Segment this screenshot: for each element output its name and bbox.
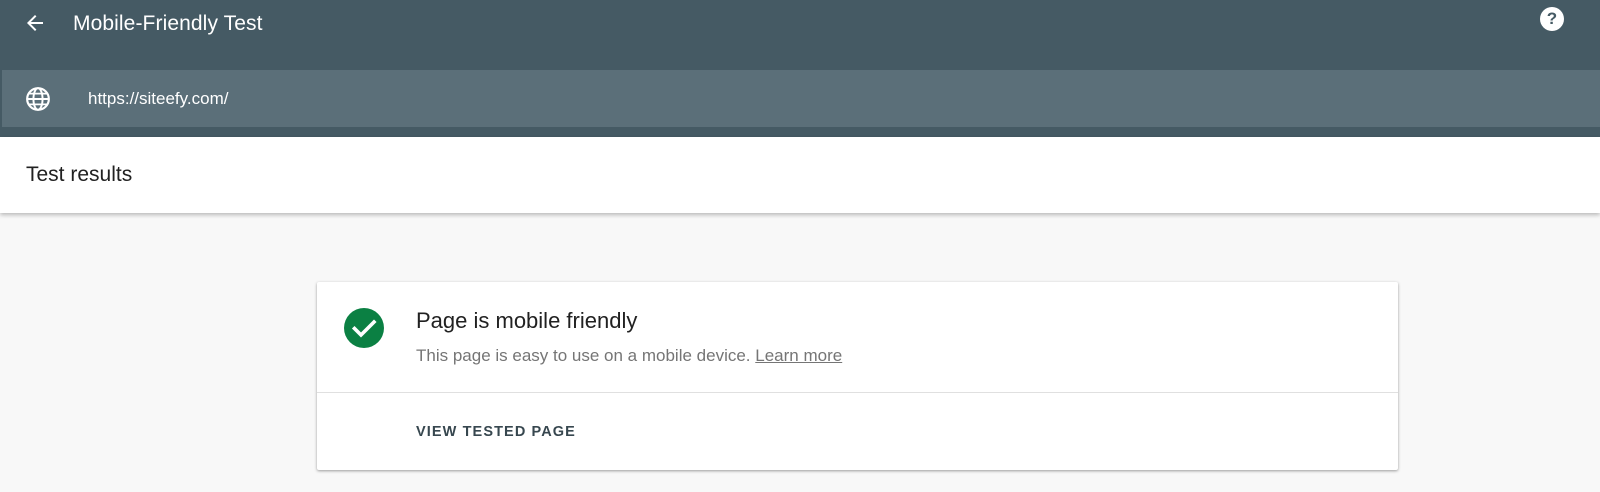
card-divider — [317, 392, 1398, 393]
result-card: Page is mobile friendly This page is eas… — [317, 282, 1398, 470]
help-icon[interactable]: ? — [1540, 7, 1564, 31]
verdict-description: This page is easy to use on a mobile dev… — [416, 344, 842, 368]
url-input[interactable] — [88, 84, 1488, 114]
app-title: Mobile-Friendly Test — [73, 12, 263, 35]
globe-icon — [26, 87, 50, 111]
learn-more-link[interactable]: Learn more — [755, 346, 842, 365]
results-header: Test results — [0, 137, 1600, 213]
back-button[interactable] — [22, 10, 48, 36]
verdict-description-text: This page is easy to use on a mobile dev… — [416, 346, 751, 365]
top-app-bar: Mobile-Friendly Test ? — [0, 0, 1600, 137]
view-tested-page-button[interactable]: VIEW TESTED PAGE — [416, 422, 576, 442]
url-bar — [2, 70, 1600, 127]
arrow-back-icon — [27, 15, 43, 31]
check-circle-icon — [344, 308, 384, 348]
results-title: Test results — [26, 163, 133, 186]
verdict-title: Page is mobile friendly — [416, 308, 638, 333]
